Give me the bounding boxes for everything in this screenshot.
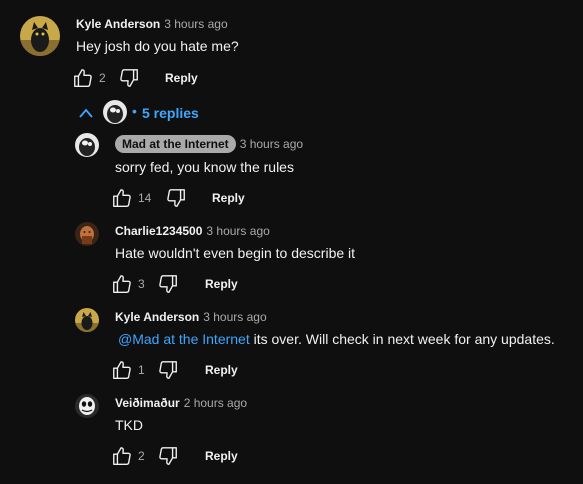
timestamp[interactable]: 3 hours ago xyxy=(203,310,266,324)
avatar[interactable] xyxy=(20,16,60,56)
like-count: 3 xyxy=(138,277,145,291)
comment-actions: 2 Reply xyxy=(72,67,272,91)
thumbs-down-icon[interactable] xyxy=(118,67,140,89)
reply-comment: Veiðimaður 2 hours ago TKD 2 Reply xyxy=(0,392,583,478)
comment-actions: 14 Reply xyxy=(111,187,311,211)
author-name-pill[interactable]: Mad at the Internet xyxy=(115,135,236,153)
thumbs-down-icon[interactable] xyxy=(157,445,179,467)
thumbs-up-icon[interactable] xyxy=(111,359,133,381)
avatar[interactable] xyxy=(75,133,99,157)
author-name[interactable]: Veiðimaður xyxy=(115,396,180,410)
like-count: 2 xyxy=(138,449,145,463)
comment-top-level: Kyle Anderson 3 hours ago Hey josh do you… xyxy=(0,0,583,100)
avatar[interactable] xyxy=(75,394,99,418)
mention-link[interactable]: @Mad at the Internet xyxy=(118,331,250,347)
reply-button[interactable]: Reply xyxy=(212,191,245,205)
comment-actions: 1 Reply xyxy=(111,359,311,383)
avatar[interactable] xyxy=(75,308,99,332)
reply-button[interactable]: Reply xyxy=(205,363,238,377)
thumbs-up-icon[interactable] xyxy=(111,273,133,295)
author-name[interactable]: Kyle Anderson xyxy=(76,17,160,31)
like-count: 14 xyxy=(138,191,152,205)
timestamp[interactable]: 3 hours ago xyxy=(206,224,269,238)
comment-actions: 3 Reply xyxy=(111,273,311,297)
comment-body: its over. Will check in next week for an… xyxy=(249,331,555,347)
comment-header: Mad at the Internet 3 hours ago xyxy=(115,135,303,153)
timestamp[interactable]: 3 hours ago xyxy=(164,17,227,31)
replies-count-label[interactable]: 5 replies xyxy=(142,105,199,121)
timestamp[interactable]: 2 hours ago xyxy=(184,396,247,410)
comment-actions: 2 Reply xyxy=(111,445,311,469)
comment-text: Hey josh do you hate me? xyxy=(76,38,239,54)
author-name[interactable]: Charlie1234500 xyxy=(115,224,202,238)
thumbs-up-icon[interactable] xyxy=(111,445,133,467)
timestamp[interactable]: 3 hours ago xyxy=(240,137,303,151)
comment-text: @Mad at the Internet its over. Will chec… xyxy=(118,331,555,347)
reply-button[interactable]: Reply xyxy=(165,71,198,85)
comment-header: Charlie1234500 3 hours ago xyxy=(115,224,270,238)
thumbs-down-icon[interactable] xyxy=(157,359,179,381)
reply-comment: Kyle Anderson 3 hours ago @Mad at the Int… xyxy=(0,306,583,392)
author-name[interactable]: Kyle Anderson xyxy=(115,310,199,324)
chevron-up-icon xyxy=(78,106,94,120)
separator-dot: • xyxy=(132,103,137,119)
reply-comment: Mad at the Internet 3 hours ago sorry fed… xyxy=(0,130,583,216)
comment-header: Kyle Anderson 3 hours ago xyxy=(76,17,228,31)
reply-button[interactable]: Reply xyxy=(205,449,238,463)
thumbs-down-icon[interactable] xyxy=(157,273,179,295)
comment-header: Veiðimaður 2 hours ago xyxy=(115,396,247,410)
thumbs-up-icon[interactable] xyxy=(111,187,133,209)
comment-header: Kyle Anderson 3 hours ago xyxy=(115,310,267,324)
comment-text: Hate wouldn't even begin to describe it xyxy=(115,245,356,261)
reply-comment: Charlie1234500 3 hours ago Hate wouldn't … xyxy=(0,220,583,306)
like-count: 1 xyxy=(138,363,145,377)
comment-text: TKD xyxy=(115,417,143,433)
avatar xyxy=(103,100,127,124)
like-count: 2 xyxy=(99,71,106,85)
reply-button[interactable]: Reply xyxy=(205,277,238,291)
comment-text: sorry fed, you know the rules xyxy=(115,159,294,175)
thumbs-down-icon[interactable] xyxy=(165,187,187,209)
thumbs-up-icon[interactable] xyxy=(72,67,94,89)
avatar[interactable] xyxy=(75,222,99,246)
